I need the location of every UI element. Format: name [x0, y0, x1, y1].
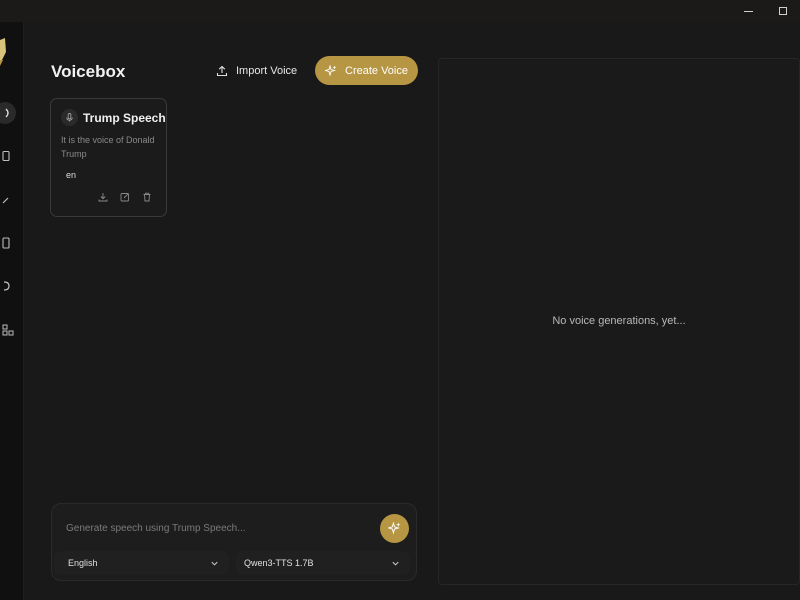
voice-card[interactable]: Trump Speech It is the voice of Donald T… — [50, 98, 167, 217]
sidebar-item-documents[interactable] — [0, 232, 16, 254]
speaker-icon — [5, 108, 9, 118]
chevron-down-icon — [211, 561, 218, 566]
generation-panel: English Qwen3-TTS 1.7B — [51, 503, 417, 581]
document-icon — [2, 237, 10, 249]
title-bar — [0, 0, 800, 22]
sidebar-item-server[interactable] — [0, 275, 16, 297]
wand-icon — [2, 197, 9, 204]
voice-card-actions — [97, 191, 153, 203]
server-icon — [3, 281, 10, 291]
language-select[interactable]: English — [54, 551, 229, 575]
create-voice-button[interactable]: Create Voice — [315, 56, 418, 85]
sidebar-item-effects[interactable] — [0, 189, 16, 211]
edit-icon[interactable] — [119, 191, 131, 203]
chevron-down-icon — [392, 561, 399, 566]
maximize-icon — [779, 7, 787, 15]
minimize-icon — [743, 10, 753, 12]
generation-history-panel: No voice generations, yet... — [438, 58, 800, 585]
language-select-value: English — [68, 558, 98, 568]
sparkles-icon — [388, 522, 401, 535]
sidebar-item-voices[interactable] — [0, 102, 16, 124]
download-icon[interactable] — [97, 191, 109, 203]
main-content: Voicebox Import Voice Create Voice Trump… — [24, 22, 800, 600]
sidebar-item-apps[interactable] — [0, 319, 16, 341]
trash-icon[interactable] — [141, 191, 153, 203]
upload-icon — [216, 65, 228, 77]
create-voice-label: Create Voice — [345, 64, 408, 77]
generate-button[interactable] — [380, 514, 409, 543]
model-select[interactable]: Qwen3-TTS 1.7B — [236, 551, 410, 575]
sidebar-item-library[interactable] — [0, 145, 16, 167]
voice-name: Trump Speech — [83, 111, 166, 125]
sidebar — [0, 22, 24, 600]
voice-description: It is the voice of Donald Trump — [61, 135, 155, 159]
microphone-icon — [61, 109, 78, 126]
sparkles-icon — [325, 64, 337, 77]
page-title: Voicebox — [51, 62, 126, 81]
minimize-button[interactable] — [730, 0, 766, 22]
voicebox-logo-icon — [0, 38, 7, 66]
grid-icon — [2, 324, 14, 336]
language-badge: en — [66, 170, 77, 180]
book-icon — [2, 150, 10, 162]
empty-state-message: No voice generations, yet... — [552, 315, 686, 327]
maximize-button[interactable] — [765, 0, 800, 22]
speech-text-input[interactable] — [66, 520, 366, 536]
import-voice-label: Import Voice — [236, 65, 298, 77]
import-voice-button[interactable]: Import Voice — [208, 58, 305, 84]
model-select-value: Qwen3-TTS 1.7B — [244, 558, 314, 568]
